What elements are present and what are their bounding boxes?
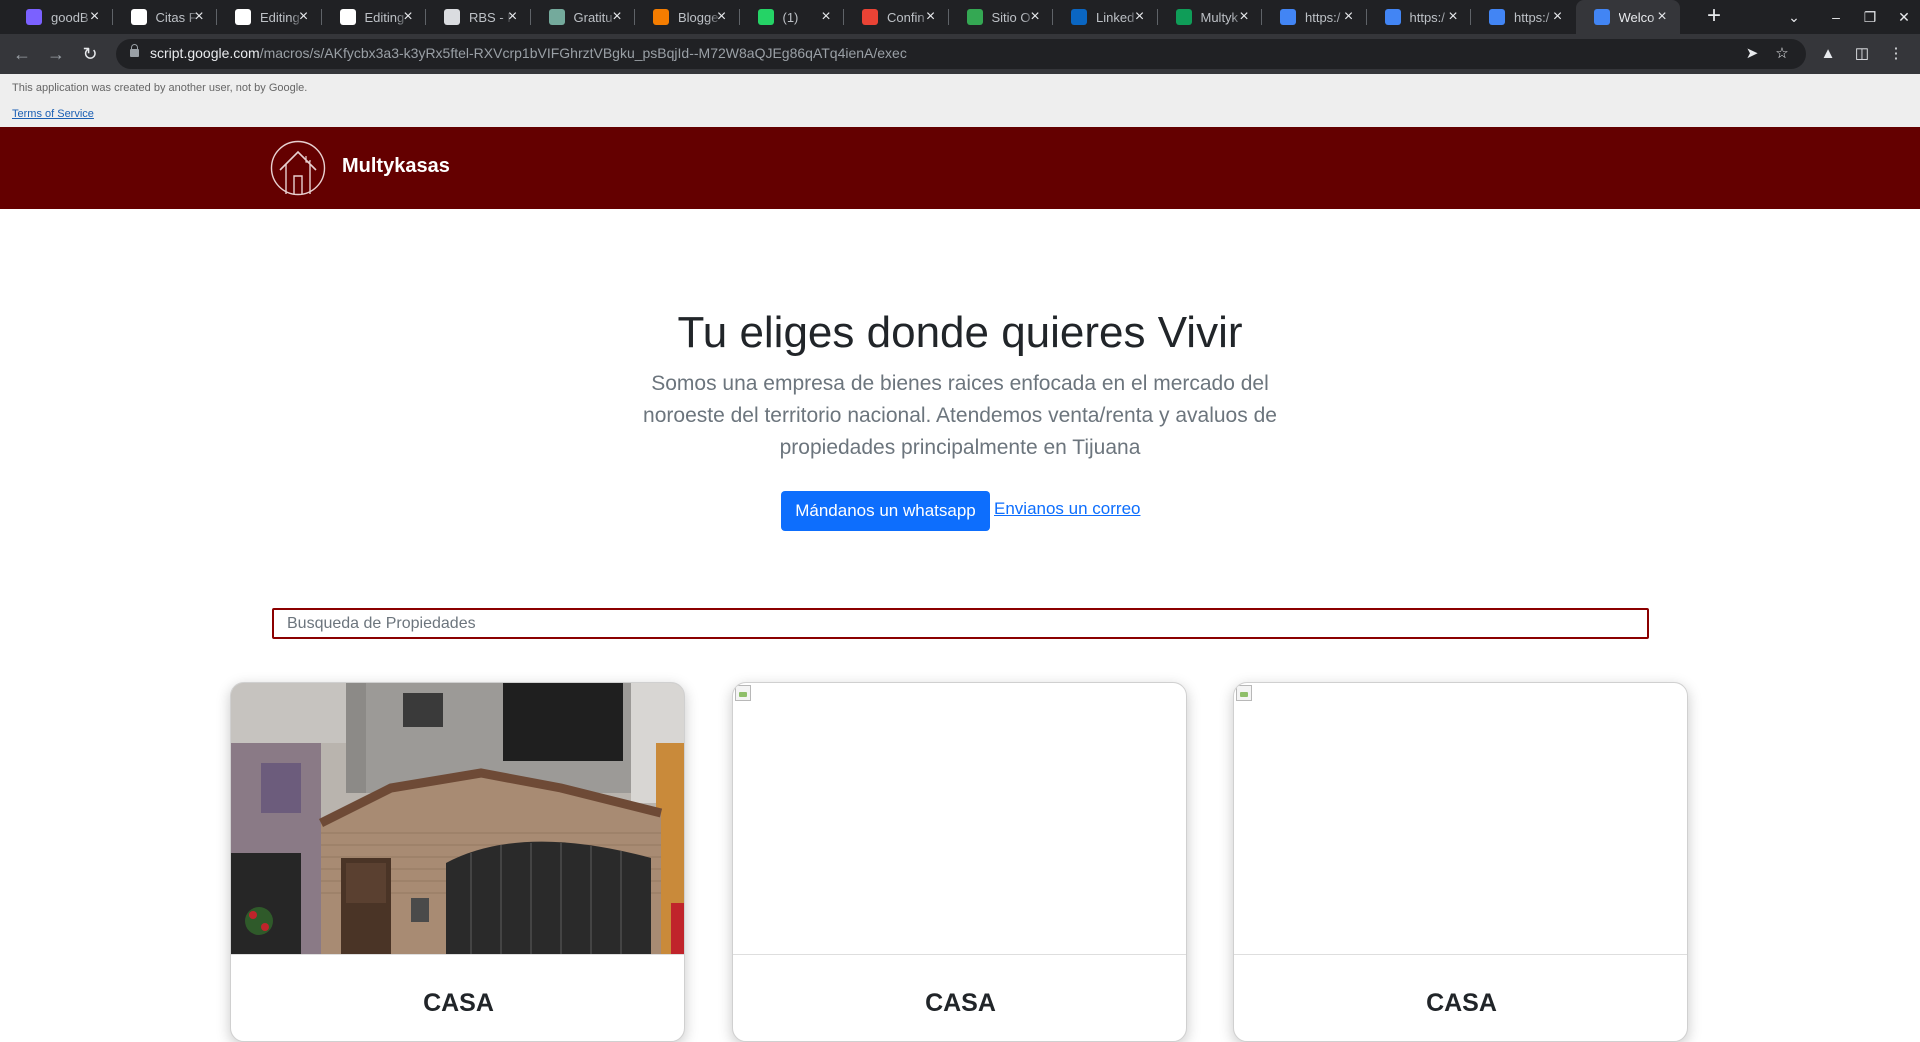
browser-tab[interactable]: Confin ×: [844, 0, 949, 34]
browser-tab[interactable]: Multyk ×: [1158, 0, 1262, 34]
browser-tab[interactable]: Gratitu ×: [531, 0, 635, 34]
brand-name[interactable]: Multykasas: [342, 155, 450, 178]
close-tab-icon[interactable]: ×: [1027, 9, 1043, 25]
close-tab-icon[interactable]: ×: [1654, 9, 1670, 25]
close-tab-icon[interactable]: ×: [400, 9, 416, 25]
browser-tab[interactable]: goodB ×: [8, 0, 113, 34]
broken-image-icon: [735, 685, 751, 701]
property-photo[interactable]: [231, 683, 684, 955]
chatgpt-icon: [548, 9, 565, 25]
property-photo[interactable]: [733, 683, 1186, 955]
browser-tab[interactable]: Citas F ×: [113, 0, 217, 34]
url-path: /macros/s/AKfycbx3a3-k3yRx5ftel-RXVcrp1b…: [259, 45, 907, 61]
close-tab-icon[interactable]: ×: [1132, 9, 1148, 25]
property-card[interactable]: CASA: [732, 682, 1187, 1042]
close-tab-icon[interactable]: ×: [714, 9, 730, 25]
apps-script-warning-banner: This application was created by another …: [0, 74, 1920, 127]
close-window-icon[interactable]: ✕: [1886, 0, 1920, 34]
notion-icon: [130, 9, 147, 25]
property-search-input[interactable]: Busqueda de Propiedades: [272, 608, 1649, 639]
whatsapp-button[interactable]: Mándanos un whatsapp: [781, 491, 990, 531]
property-card[interactable]: CASA: [230, 682, 685, 1042]
browser-tab[interactable]: Welco ×: [1575, 0, 1680, 34]
restore-icon[interactable]: ❐: [1852, 0, 1888, 34]
close-tab-icon[interactable]: ×: [1341, 9, 1357, 25]
browser-tab[interactable]: Editing ×: [322, 0, 426, 34]
apps-script-icon: [1384, 9, 1401, 25]
extensions-icon[interactable]: ▲: [1818, 44, 1838, 64]
url-text[interactable]: script.google.com/macros/s/AKfycbx3a3-k3…: [150, 45, 907, 61]
browser-tab[interactable]: https:/×: [1471, 0, 1576, 34]
github-icon: [235, 9, 251, 25]
site-icon: [966, 9, 983, 25]
property-card[interactable]: CASA: [1233, 682, 1688, 1042]
close-tab-icon[interactable]: ×: [87, 9, 103, 25]
browser-tab[interactable]: https:/×: [1262, 0, 1367, 34]
property-type: CASA: [423, 989, 494, 1017]
browser-toolbar: ← → ↻ script.google.com/macros/s/AKfycbx…: [0, 34, 1920, 74]
property-type: CASA: [1426, 989, 1497, 1017]
banner-notice: This application was created by another …: [12, 82, 308, 94]
terms-of-service-link[interactable]: Terms of Service: [12, 108, 94, 120]
browser-tab-strip: goodB × Citas F × Editing × Editing × RBS - I × Gr…: [0, 0, 1920, 34]
close-tab-icon[interactable]: ×: [1445, 9, 1461, 25]
close-tab-icon[interactable]: ×: [296, 9, 312, 25]
close-tab-icon[interactable]: ×: [1236, 9, 1252, 25]
share-icon[interactable]: ➤: [1742, 44, 1762, 64]
hero-description: Somos una empresa de bienes raices enfoc…: [643, 372, 1277, 459]
apps-script-icon: [1593, 9, 1610, 25]
apps-script-icon: [1280, 9, 1296, 25]
tab-search-icon[interactable]: ⌄: [1776, 0, 1812, 34]
broken-image-icon: [1236, 685, 1252, 701]
forward-icon[interactable]: →: [42, 40, 70, 68]
close-tab-icon[interactable]: ×: [923, 9, 939, 25]
close-tab-icon[interactable]: ×: [191, 9, 207, 25]
whatsapp-icon: [757, 9, 774, 25]
close-tab-icon[interactable]: ×: [505, 9, 521, 25]
property-photo[interactable]: [1234, 683, 1687, 955]
url-host: script.google.com: [150, 45, 260, 61]
blogger-icon: [653, 9, 669, 25]
property-type: CASA: [925, 989, 996, 1017]
reload-icon[interactable]: ↻: [76, 40, 104, 68]
browser-tab[interactable]: Editing ×: [217, 0, 322, 34]
browser-tab[interactable]: Sitio O ×: [949, 0, 1053, 34]
browser-tab[interactable]: Linked ×: [1053, 0, 1158, 34]
linkedin-icon: [1071, 9, 1087, 25]
sheets-icon: [1175, 9, 1192, 25]
address-bar[interactable]: script.google.com/macros/s/AKfycbx3a3-k3…: [116, 39, 1806, 69]
site-navbar: Multykasas: [0, 127, 1920, 209]
figma-icon: [26, 9, 42, 25]
minimize-icon[interactable]: –: [1818, 0, 1854, 34]
github-icon: [339, 9, 356, 25]
browser-tab[interactable]: Blogge ×: [635, 0, 740, 34]
house-facade-image: [231, 683, 684, 954]
bookmark-star-icon[interactable]: ☆: [1772, 44, 1792, 64]
back-icon[interactable]: ←: [8, 40, 36, 68]
close-tab-icon[interactable]: ×: [818, 9, 834, 25]
gmail-icon: [862, 9, 878, 25]
email-link[interactable]: Envianos un correo: [994, 499, 1140, 519]
close-tab-icon[interactable]: ×: [609, 9, 625, 25]
side-panel-icon[interactable]: ◫: [1852, 44, 1872, 64]
browser-tab[interactable]: https:/×: [1367, 0, 1471, 34]
globe-icon: [444, 9, 460, 25]
menu-kebab-icon[interactable]: ⋮: [1886, 44, 1906, 64]
hero-title: Tu eliges donde quieres Vivir: [677, 308, 1243, 357]
house-logo-icon[interactable]: [270, 140, 326, 196]
browser-tab[interactable]: RBS - I ×: [426, 0, 531, 34]
new-tab-button[interactable]: +: [1700, 3, 1728, 31]
browser-tab[interactable]: (1) ×: [740, 0, 844, 34]
lock-icon: [130, 44, 139, 57]
apps-script-icon: [1489, 9, 1505, 25]
close-tab-icon[interactable]: ×: [1550, 9, 1566, 25]
